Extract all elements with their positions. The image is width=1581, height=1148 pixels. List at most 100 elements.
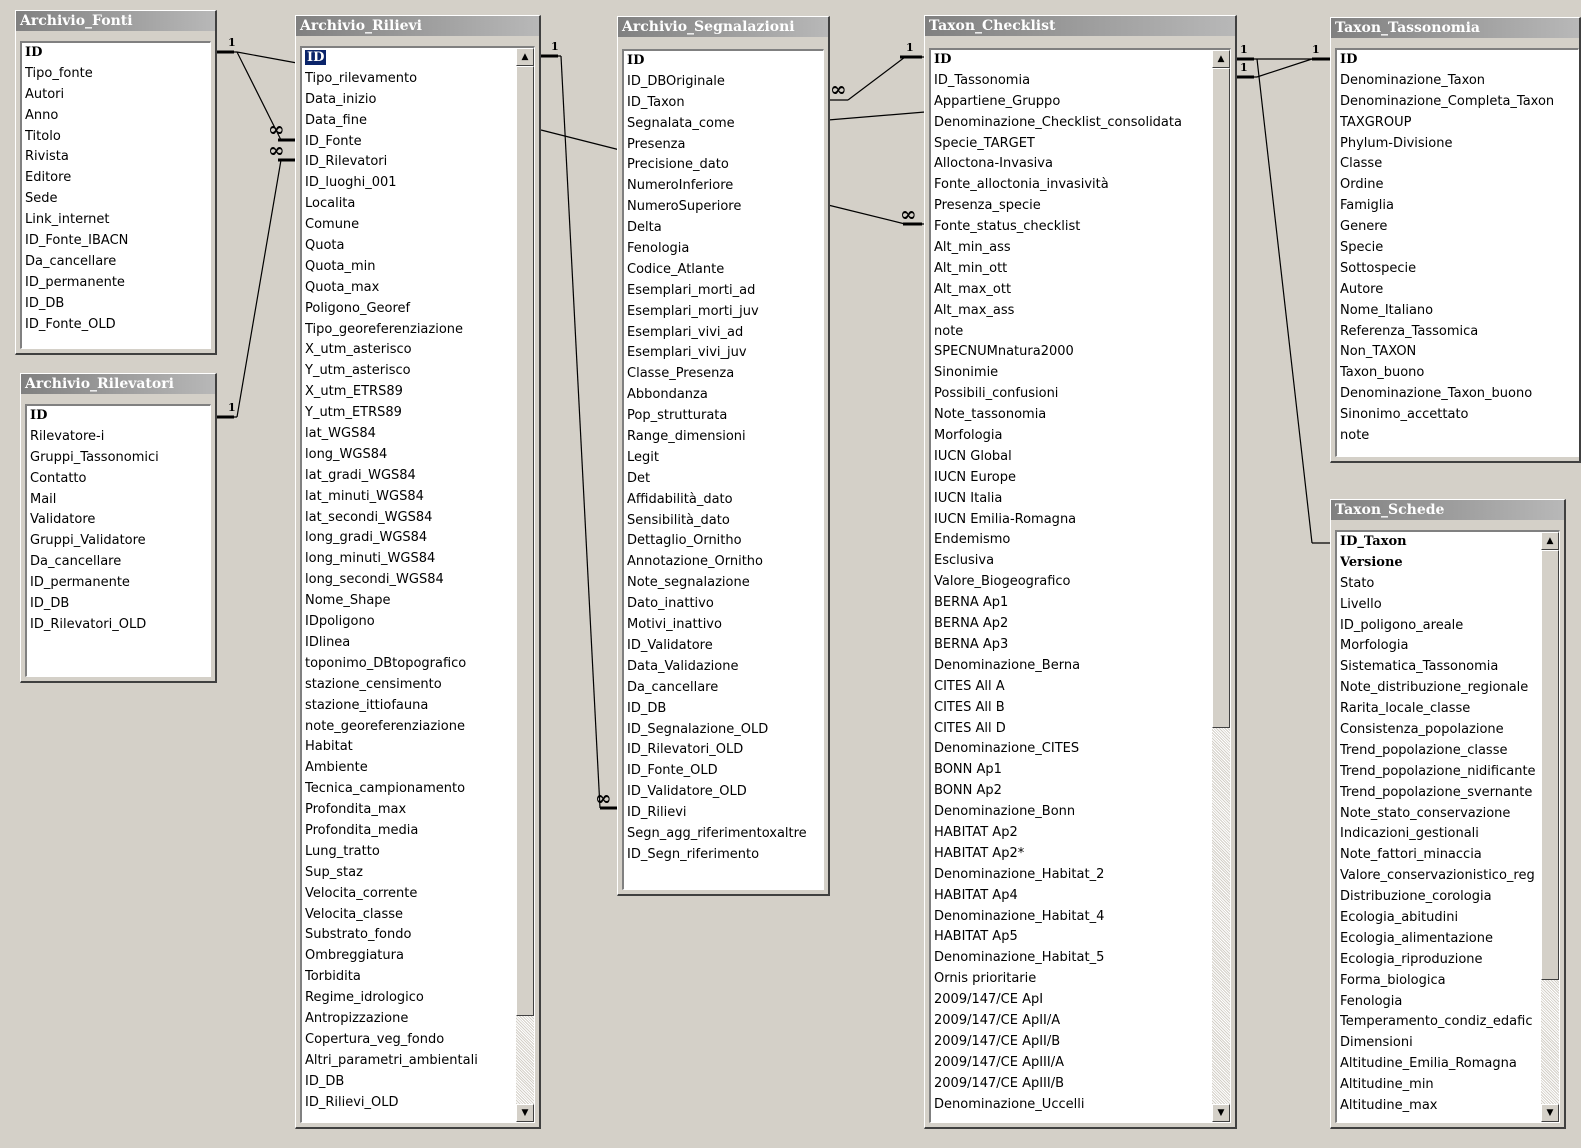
field-item[interactable]: 2009/147/CE ApIII/A [934, 1053, 1210, 1074]
field-item[interactable]: note [934, 322, 1210, 343]
field-item[interactable]: Note_tassonomia [934, 405, 1210, 426]
field-item[interactable]: Ordine [1340, 175, 1578, 196]
field-item[interactable]: Morfologia [1340, 636, 1539, 657]
table-title[interactable]: Taxon_Schede [1331, 500, 1564, 520]
field-item[interactable]: IDlinea [305, 633, 514, 654]
field-item[interactable]: Versione [1340, 553, 1539, 574]
field-item[interactable]: Ombreggiatura [305, 946, 514, 967]
field-item[interactable]: Da_cancellare [25, 252, 210, 273]
field-item[interactable]: long_WGS84 [305, 445, 514, 466]
field-item[interactable]: Ecologia_riproduzione [1340, 950, 1539, 971]
field-item[interactable]: lat_minuti_WGS84 [305, 487, 514, 508]
field-item[interactable]: Tipo_fonte [25, 64, 210, 85]
field-item[interactable]: lat_gradi_WGS84 [305, 466, 514, 487]
table-title[interactable]: Taxon_Checklist [925, 16, 1235, 36]
field-list[interactable]: ID ID_Tassonomia Appartiene_Gruppo Denomina… [929, 48, 1231, 1123]
field-item[interactable]: Abbondanza [627, 385, 823, 406]
table-title[interactable]: Taxon_Tassonomia [1331, 18, 1579, 38]
field-item[interactable]: Det [627, 469, 823, 490]
field-item[interactable]: Torbidita [305, 967, 514, 988]
field-item[interactable]: 2009/147/CE ApI [934, 990, 1210, 1011]
field-item[interactable]: Note_stato_conservazione [1340, 804, 1539, 825]
field-item[interactable]: CITES All B [934, 698, 1210, 719]
field-item[interactable]: Trend_popolazione_nidificante [1340, 762, 1539, 783]
field-item[interactable]: Denominazione_Habitat_2 [934, 865, 1210, 886]
field-item[interactable]: Rilevatore-i [30, 427, 210, 448]
table-title[interactable]: Archivio_Rilievi [296, 16, 539, 36]
field-item[interactable]: Ambiente [305, 758, 514, 779]
field-item[interactable]: Distribuzione_corologia [1340, 887, 1539, 908]
scrollbar[interactable]: ▲ ▼ [1212, 50, 1230, 1122]
field-item[interactable]: Segnalata_come [627, 114, 823, 135]
field-item[interactable]: Quota [305, 236, 514, 257]
field-item[interactable]: Dettaglio_Ornitho [627, 531, 823, 552]
field-item[interactable]: Ecologia_alimentazione [1340, 929, 1539, 950]
field-item[interactable]: Note_fattori_minaccia [1340, 845, 1539, 866]
field-item[interactable]: Trend_popolazione_classe [1340, 741, 1539, 762]
field-item[interactable]: Habitat [305, 737, 514, 758]
field-item[interactable]: Data_inizio [305, 90, 514, 111]
field-item[interactable]: BONN Ap1 [934, 760, 1210, 781]
field-item[interactable]: Link_internet [25, 210, 210, 231]
field-item[interactable]: X_utm_ETRS89 [305, 382, 514, 403]
field-item[interactable]: long_minuti_WGS84 [305, 549, 514, 570]
field-item[interactable]: Trend_popolazione_svernante [1340, 783, 1539, 804]
field-item[interactable]: Ecologia_abitudini [1340, 908, 1539, 929]
field-item[interactable]: Non_TAXON [1340, 342, 1578, 363]
field-item[interactable]: Valore_conservazionistico_reg [1340, 866, 1539, 887]
field-item[interactable]: NumeroSuperiore [627, 197, 823, 218]
field-item[interactable]: Livello [1340, 595, 1539, 616]
field-item[interactable]: Altitudine_max [1340, 1096, 1539, 1117]
field-item[interactable]: Pop_strutturata [627, 406, 823, 427]
field-item[interactable]: lat_secondi_WGS84 [305, 508, 514, 529]
field-item[interactable]: SPECNUMnatura2000 [934, 342, 1210, 363]
field-item[interactable]: Quota_max [305, 278, 514, 299]
field-item[interactable]: Velocita_classe [305, 905, 514, 926]
field-list[interactable]: ID Denominazione_Taxon Denominazione_Compl… [1335, 48, 1579, 457]
field-item[interactable]: CITES All D [934, 719, 1210, 740]
field-item[interactable]: Valore_Biogeografico [934, 572, 1210, 593]
field-item[interactable]: ID_DB [305, 1072, 514, 1093]
field-item[interactable]: BERNA Ap1 [934, 593, 1210, 614]
field-item[interactable]: NumeroInferiore [627, 176, 823, 197]
field-item[interactable]: ID_DB [25, 294, 210, 315]
table-title[interactable]: Archivio_Segnalazioni [618, 17, 828, 37]
field-item[interactable]: Tipo_rilevamento [305, 69, 514, 90]
field-item[interactable]: Editore [25, 168, 210, 189]
field-item[interactable]: stazione_ittiofauna [305, 696, 514, 717]
field-item[interactable]: HABITAT Ap5 [934, 927, 1210, 948]
field-item[interactable]: long_secondi_WGS84 [305, 570, 514, 591]
field-item[interactable]: Motivi_inattivo [627, 615, 823, 636]
field-item[interactable]: ID [627, 51, 823, 72]
field-item[interactable]: ID_Validatore [627, 636, 823, 657]
field-item[interactable]: Fenologia [1340, 992, 1539, 1013]
field-item[interactable]: ID_Rilevatori_OLD [627, 740, 823, 761]
field-item[interactable]: IUCN Italia [934, 489, 1210, 510]
table-archivio-rilevatori[interactable]: Archivio_Rilevatori ID Rilevatore-i Gruppi… [20, 373, 217, 683]
field-item[interactable]: Alt_max_ott [934, 280, 1210, 301]
field-item[interactable]: long_gradi_WGS84 [305, 528, 514, 549]
field-item[interactable]: ID_Segnalazione_OLD [627, 720, 823, 741]
field-item[interactable]: Esemplari_morti_ad [627, 281, 823, 302]
field-item[interactable]: Codice_Atlante [627, 260, 823, 281]
field-item[interactable]: ID [305, 48, 514, 69]
field-item[interactable]: Gruppi_Tassonomici [30, 448, 210, 469]
field-list[interactable]: ID_Taxon Versione Stato Livello ID_poligono_… [1335, 530, 1560, 1123]
field-item[interactable]: Sup_staz [305, 863, 514, 884]
field-item[interactable]: Fonte_alloctonia_invasività [934, 175, 1210, 196]
field-item[interactable]: ID_poligono_areale [1340, 616, 1539, 637]
field-item[interactable]: Appartiene_Gruppo [934, 92, 1210, 113]
field-item[interactable]: Temperamento_condiz_edafic [1340, 1012, 1539, 1033]
field-item[interactable]: Da_cancellare [30, 552, 210, 573]
field-item[interactable]: Sinonimie [934, 363, 1210, 384]
field-item[interactable]: BERNA Ap3 [934, 635, 1210, 656]
field-item[interactable]: ID_permanente [25, 273, 210, 294]
field-item[interactable]: Taxon_buono [1340, 363, 1578, 384]
field-item[interactable]: ID_Rilevatori_OLD [30, 615, 210, 636]
field-item[interactable]: Presenza [627, 135, 823, 156]
field-item[interactable]: ID_Rilevatori [305, 152, 514, 173]
field-item[interactable]: Legit [627, 448, 823, 469]
field-item[interactable]: CITES All A [934, 677, 1210, 698]
field-item[interactable]: 2009/147/CE ApII/B [934, 1032, 1210, 1053]
table-archivio-rilievi[interactable]: Archivio_Rilievi ID Tipo_rilevamento Data_… [295, 15, 541, 1129]
